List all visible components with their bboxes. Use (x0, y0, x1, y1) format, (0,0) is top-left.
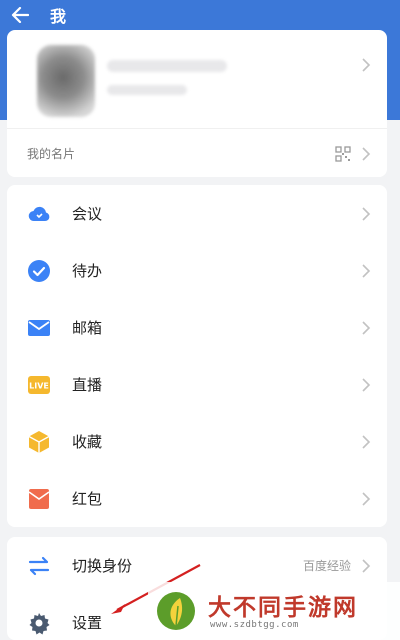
avatar (37, 45, 95, 117)
profile-card: 我的名片 (7, 30, 387, 177)
profile-name-blurred (107, 60, 227, 72)
back-button[interactable] (0, 0, 40, 30)
profile-detail-blurred (107, 85, 187, 95)
box-icon (27, 430, 51, 454)
my-card-label: 我的名片 (27, 147, 76, 161)
menu-item-label: 待办 (72, 262, 103, 280)
live-icon: LIVE (27, 373, 51, 397)
divider (7, 128, 387, 129)
gear-icon (27, 611, 51, 635)
qr-code-icon (335, 145, 351, 162)
watermark-logo-icon (157, 592, 195, 630)
menu-item-live[interactable]: LIVE 直播 (7, 356, 387, 413)
chevron-right-icon (362, 320, 371, 335)
profile-header[interactable] (7, 30, 387, 128)
menu-item-favorites[interactable]: 收藏 (7, 413, 387, 470)
mail-icon (27, 316, 51, 340)
chevron-right-icon (362, 377, 371, 392)
top-bar: 我 (0, 0, 400, 30)
menu-item-todo[interactable]: 待办 (7, 242, 387, 299)
watermark-title: 大不同手游网 (208, 595, 358, 621)
red-envelope-icon (27, 487, 51, 511)
menu-item-label: 红包 (72, 490, 103, 508)
menu-item-label: 邮箱 (72, 319, 103, 337)
menu-item-label: 会议 (72, 205, 103, 223)
chevron-right-icon (362, 434, 371, 449)
menu-item-label: 直播 (72, 376, 103, 394)
svg-text:LIVE: LIVE (29, 381, 49, 390)
chevron-right-icon (362, 263, 371, 278)
menu-item-mail[interactable]: 邮箱 (7, 299, 387, 356)
menu-item-label: 收藏 (72, 433, 103, 451)
chevron-right-icon (362, 58, 371, 72)
cloud-icon (27, 202, 51, 226)
chevron-right-icon (362, 146, 371, 161)
feature-menu: 会议 待办 邮箱 LIVE 直播 收藏 红包 (7, 185, 387, 527)
menu-item-meeting[interactable]: 会议 (7, 185, 387, 242)
page-title: 我 (50, 7, 67, 26)
chevron-right-icon (362, 491, 371, 506)
watermark-url: www.szdbtgg.com (210, 620, 299, 630)
switch-arrows-icon (27, 554, 51, 578)
identity-value: 百度经验 (302, 559, 351, 573)
watermark: 大不同手游网 www.szdbtgg.com (148, 582, 400, 640)
chevron-right-icon (362, 558, 371, 573)
my-card-row[interactable]: 我的名片 (7, 130, 387, 177)
menu-item-red-envelope[interactable]: 红包 (7, 470, 387, 527)
check-circle-icon (27, 259, 51, 283)
chevron-right-icon (362, 206, 371, 221)
back-arrow-icon (11, 7, 29, 23)
